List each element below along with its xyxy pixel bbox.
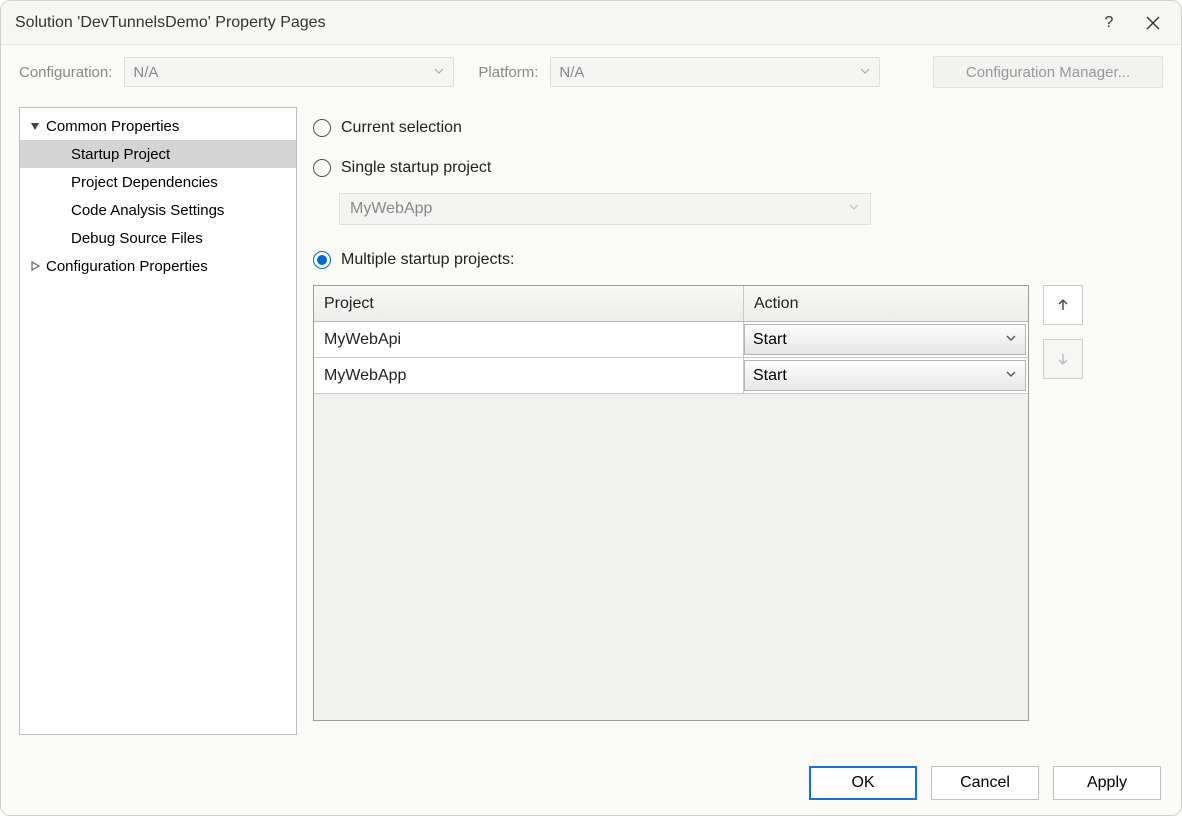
radio-label: Single startup project xyxy=(341,159,491,177)
configuration-label: Configuration: xyxy=(19,64,112,81)
close-button[interactable] xyxy=(1131,5,1175,41)
window-title: Solution 'DevTunnelsDemo' Property Pages xyxy=(15,14,1087,32)
move-up-button[interactable] xyxy=(1043,285,1083,325)
action-dropdown[interactable]: Start xyxy=(744,324,1026,355)
platform-dropdown[interactable]: N/A xyxy=(550,57,880,87)
platform-value: N/A xyxy=(559,64,584,81)
platform-label: Platform: xyxy=(478,64,538,81)
radio-label: Current selection xyxy=(341,119,462,137)
action-dropdown[interactable]: Start xyxy=(744,360,1026,391)
cell-project: MyWebApi xyxy=(314,322,744,357)
radio-icon xyxy=(313,159,331,177)
radio-multiple-startup[interactable]: Multiple startup projects: xyxy=(313,245,1163,275)
single-startup-value: MyWebApp xyxy=(350,200,432,218)
multi-startup-container: Project Action MyWebApi Start MyWebApp xyxy=(313,285,1163,721)
nav-tree: Common Properties Startup Project Projec… xyxy=(19,107,297,735)
move-down-button[interactable] xyxy=(1043,339,1083,379)
cell-project: MyWebApp xyxy=(314,358,744,393)
configuration-manager-button[interactable]: Configuration Manager... xyxy=(933,56,1163,88)
dialog-footer: OK Cancel Apply xyxy=(1,751,1181,815)
tree-label: Startup Project xyxy=(67,146,170,163)
tree-node-configuration-properties[interactable]: Configuration Properties xyxy=(20,252,296,280)
grid-row[interactable]: MyWebApp Start xyxy=(314,358,1028,394)
radio-current-selection[interactable]: Current selection xyxy=(313,113,1163,143)
help-button[interactable]: ? xyxy=(1087,5,1131,41)
radio-icon xyxy=(313,251,331,269)
startup-projects-grid: Project Action MyWebApi Start MyWebApp xyxy=(313,285,1029,721)
tree-node-common-properties[interactable]: Common Properties xyxy=(20,112,296,140)
chevron-down-icon xyxy=(848,200,860,218)
action-value: Start xyxy=(753,331,787,349)
tree-label: Common Properties xyxy=(42,118,179,135)
startup-project-panel: Current selection Single startup project… xyxy=(313,107,1163,741)
tree-label: Project Dependencies xyxy=(67,174,218,191)
single-startup-dropdown[interactable]: MyWebApp xyxy=(339,193,871,225)
configuration-dropdown[interactable]: N/A xyxy=(124,57,454,87)
collapse-icon xyxy=(28,119,42,133)
tree-item-startup-project[interactable]: Startup Project xyxy=(20,140,296,168)
col-action[interactable]: Action xyxy=(744,286,1028,321)
apply-button[interactable]: Apply xyxy=(1053,766,1161,800)
titlebar: Solution 'DevTunnelsDemo' Property Pages… xyxy=(1,1,1181,45)
col-project[interactable]: Project xyxy=(314,286,744,321)
radio-single-startup[interactable]: Single startup project xyxy=(313,153,1163,183)
tree-item-debug-source[interactable]: Debug Source Files xyxy=(20,224,296,252)
action-value: Start xyxy=(753,367,787,385)
tree-item-project-dependencies[interactable]: Project Dependencies xyxy=(20,168,296,196)
dialog-body: Common Properties Startup Project Projec… xyxy=(1,99,1181,751)
tree-label: Code Analysis Settings xyxy=(67,202,224,219)
cancel-button[interactable]: Cancel xyxy=(931,766,1039,800)
chevron-down-icon xyxy=(1005,367,1017,385)
expand-icon xyxy=(28,259,42,273)
configuration-value: N/A xyxy=(133,64,158,81)
toolbar: Configuration: N/A Platform: N/A Configu… xyxy=(1,45,1181,99)
chevron-down-icon xyxy=(433,64,445,81)
ok-button[interactable]: OK xyxy=(809,766,917,800)
tree-item-code-analysis[interactable]: Code Analysis Settings xyxy=(20,196,296,224)
tree-label: Configuration Properties xyxy=(42,258,208,275)
reorder-arrows xyxy=(1043,285,1083,721)
grid-header: Project Action xyxy=(314,286,1028,322)
chevron-down-icon xyxy=(1005,331,1017,349)
radio-icon xyxy=(313,119,331,137)
tree-label: Debug Source Files xyxy=(67,230,203,247)
grid-row[interactable]: MyWebApi Start xyxy=(314,322,1028,358)
radio-label: Multiple startup projects: xyxy=(341,251,514,269)
chevron-down-icon xyxy=(859,64,871,81)
property-pages-dialog: Solution 'DevTunnelsDemo' Property Pages… xyxy=(0,0,1182,816)
